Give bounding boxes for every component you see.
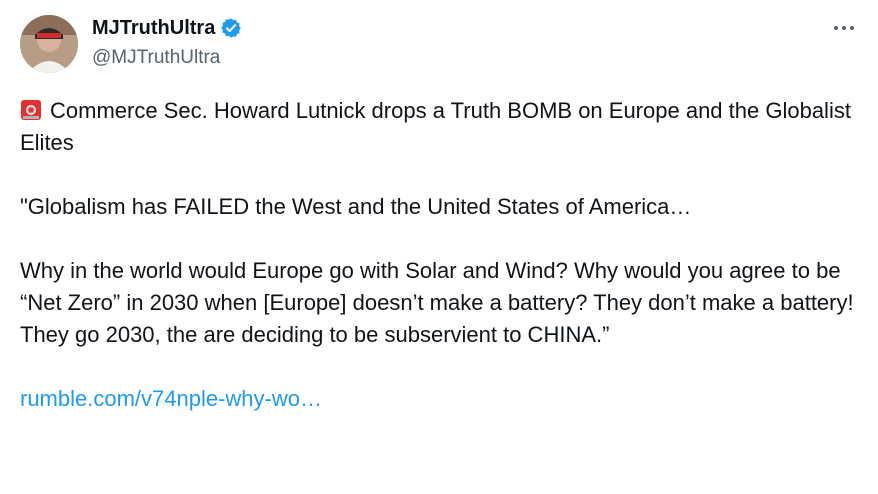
- post-card: MJTruthUltra @MJTruthUltra Commerce Sec.…: [0, 0, 878, 494]
- quote-paragraph-2: Why in the world would Europe go with So…: [20, 258, 854, 347]
- link-paragraph: rumble.com/v74nple-why-wo…: [20, 383, 860, 415]
- handle[interactable]: @MJTruthUltra: [92, 46, 220, 70]
- avatar[interactable]: [20, 15, 78, 73]
- verified-badge-icon: [221, 18, 242, 38]
- rotating-light-icon: [21, 100, 41, 120]
- post-text: Commerce Sec. Howard Lutnick drops a Tru…: [20, 95, 860, 415]
- external-link[interactable]: rumble.com/v74nple-why-wo…: [20, 386, 322, 411]
- quote-paragraph-1: "Globalism has FAILED the West and the U…: [20, 194, 692, 219]
- author-name-row: MJTruthUltra: [92, 16, 242, 40]
- headline-paragraph: Commerce Sec. Howard Lutnick drops a Tru…: [20, 95, 860, 159]
- display-name[interactable]: MJTruthUltra: [92, 16, 215, 40]
- more-horizontal-icon[interactable]: [830, 14, 858, 42]
- headline-text: Commerce Sec. Howard Lutnick drops a Tru…: [20, 98, 851, 155]
